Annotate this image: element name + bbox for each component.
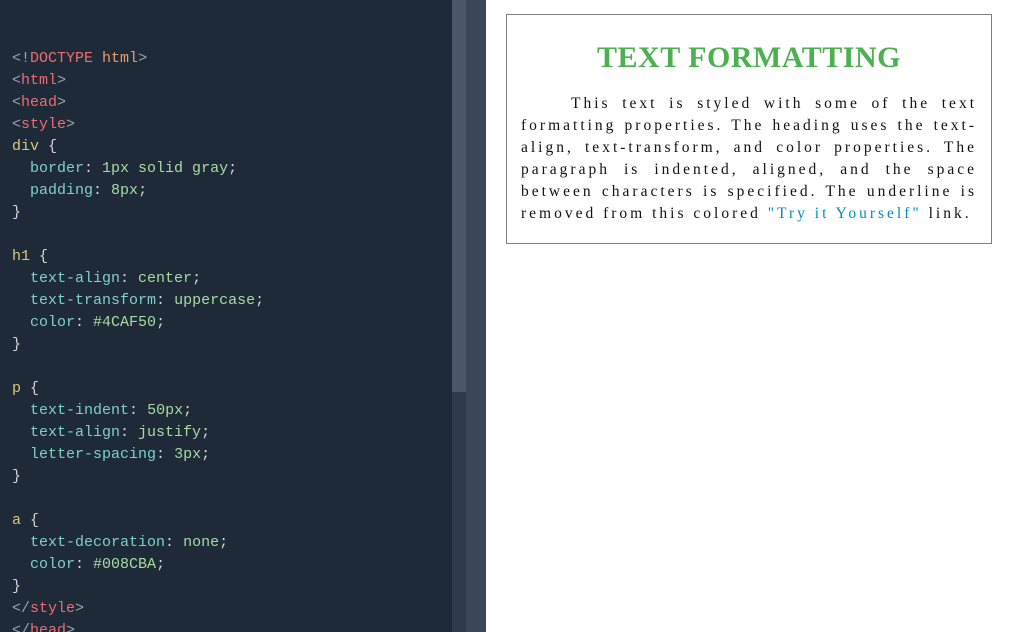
preview-heading: text formatting [521, 41, 977, 75]
code-line[interactable]: a { [12, 510, 454, 532]
code-line[interactable]: color: #4CAF50; [12, 312, 454, 334]
code-editor-pane[interactable]: <!DOCTYPE html><html><head><style>div { … [0, 0, 466, 632]
code-line[interactable]: <style> [12, 114, 454, 136]
preview-pane: text formatting This text is styled with… [486, 0, 1012, 632]
code-line[interactable]: </head> [12, 620, 454, 632]
preview-box: text formatting This text is styled with… [506, 14, 992, 244]
code-line[interactable]: <!DOCTYPE html> [12, 48, 454, 70]
code-line[interactable]: } [12, 466, 454, 488]
code-line[interactable]: p { [12, 378, 454, 400]
try-it-yourself-link[interactable]: "Try it Yourself" [768, 205, 922, 222]
paragraph-text-after: link. [922, 205, 972, 222]
code-line[interactable] [12, 488, 454, 510]
code-line[interactable]: h1 { [12, 246, 454, 268]
code-line[interactable]: text-decoration: none; [12, 532, 454, 554]
code-line[interactable]: </style> [12, 598, 454, 620]
code-line[interactable]: text-align: center; [12, 268, 454, 290]
code-line[interactable]: border: 1px solid gray; [12, 158, 454, 180]
code-content[interactable]: <!DOCTYPE html><html><head><style>div { … [12, 48, 454, 632]
editor-scrollbar-track[interactable] [452, 0, 466, 632]
code-line[interactable]: div { [12, 136, 454, 158]
code-line[interactable]: text-align: justify; [12, 422, 454, 444]
code-line[interactable]: } [12, 202, 454, 224]
paragraph-text-before: This text is styled with some of the tex… [521, 95, 977, 222]
code-line[interactable]: text-transform: uppercase; [12, 290, 454, 312]
code-line[interactable]: } [12, 334, 454, 356]
code-line[interactable]: <head> [12, 92, 454, 114]
code-line[interactable] [12, 224, 454, 246]
code-line[interactable]: letter-spacing: 3px; [12, 444, 454, 466]
pane-divider[interactable] [466, 0, 486, 632]
code-line[interactable]: } [12, 576, 454, 598]
editor-scrollbar-thumb[interactable] [452, 0, 466, 392]
code-line[interactable]: text-indent: 50px; [12, 400, 454, 422]
code-line[interactable]: <html> [12, 70, 454, 92]
code-line[interactable] [12, 356, 454, 378]
code-line[interactable]: padding: 8px; [12, 180, 454, 202]
code-line[interactable]: color: #008CBA; [12, 554, 454, 576]
preview-paragraph: This text is styled with some of the tex… [521, 93, 977, 225]
